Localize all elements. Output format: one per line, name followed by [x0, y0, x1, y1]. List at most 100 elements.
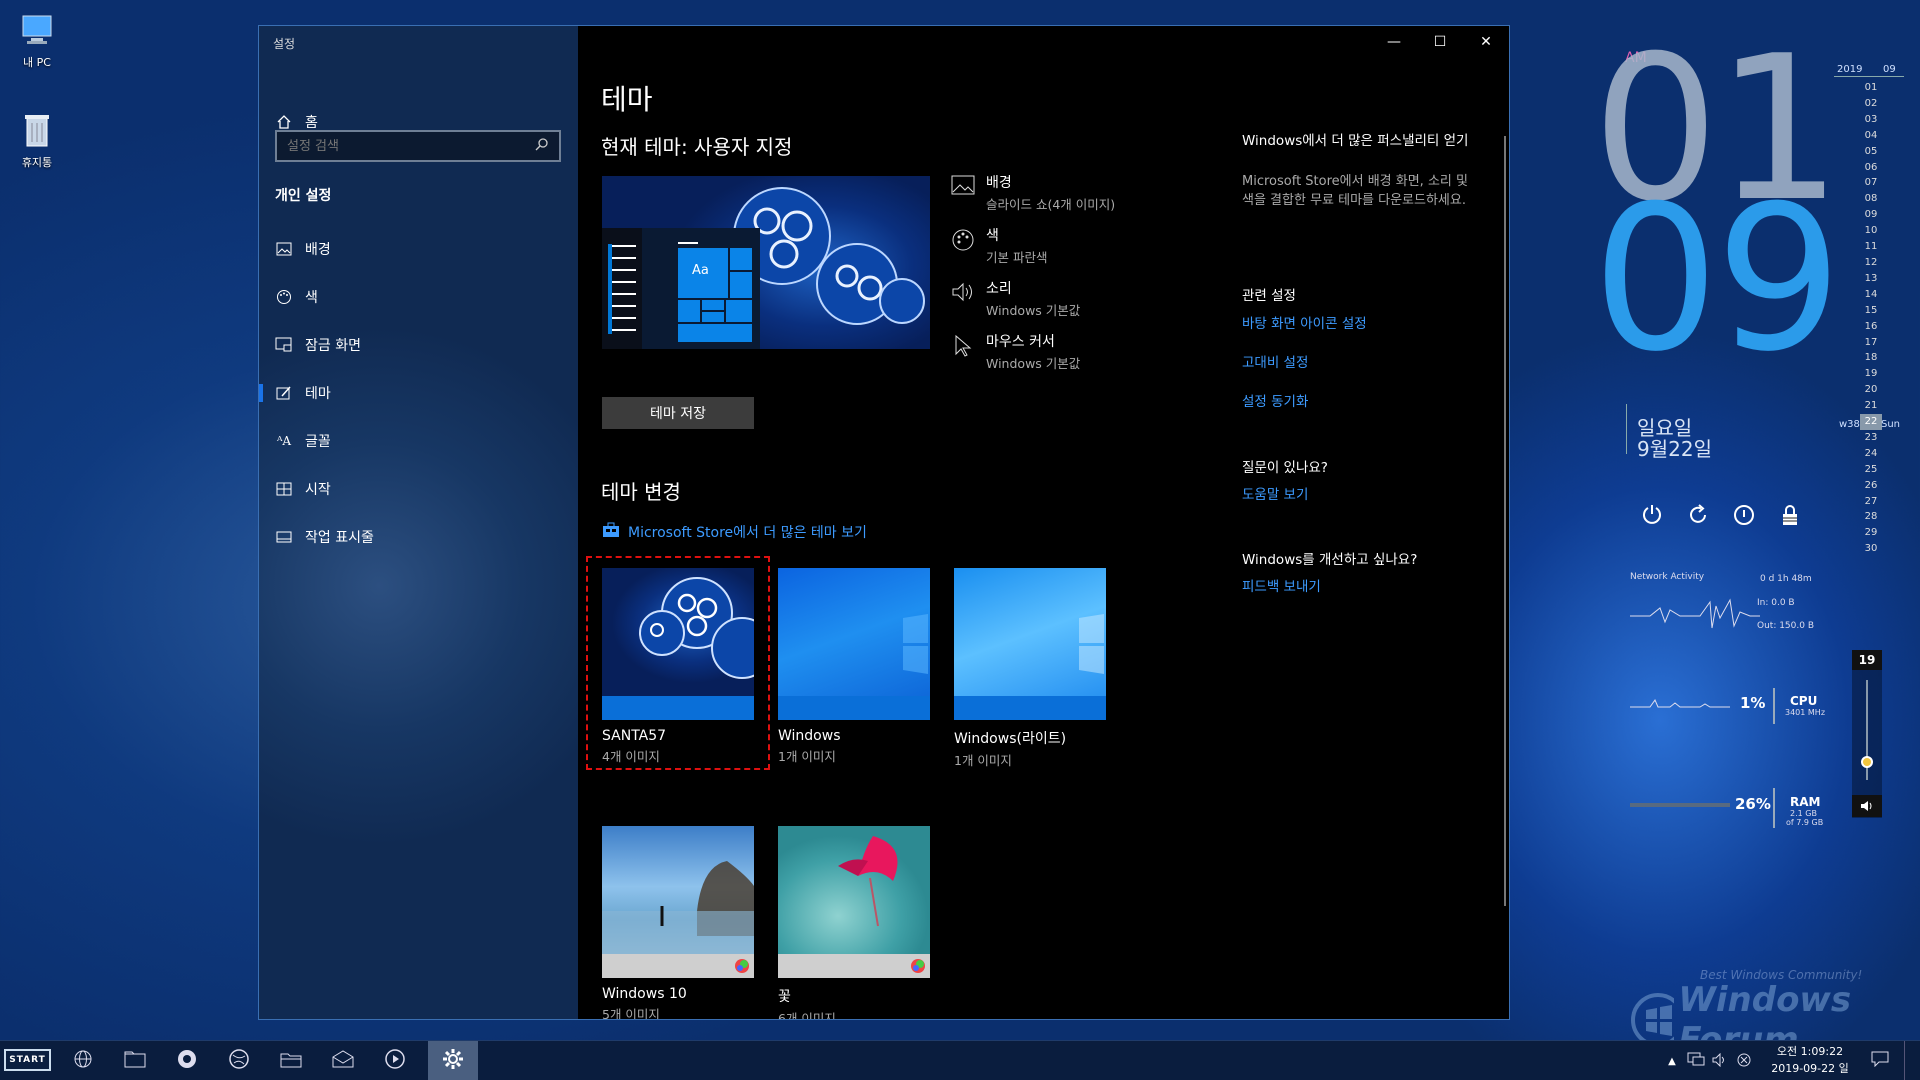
desktop-icon-this-pc[interactable]: 내 PC	[2, 10, 72, 70]
cpu-divider	[1773, 688, 1775, 724]
taskbar-settings[interactable]	[428, 1041, 478, 1080]
net-title: Network Activity	[1630, 572, 1705, 582]
calendar-day: 19	[1864, 368, 1878, 380]
chevron-up-icon: ▲	[1668, 1055, 1676, 1067]
sidebar-item-label: 테마	[305, 386, 331, 402]
theme-tile-windows-light[interactable]: Windows(라이트) 1개 이미지	[954, 568, 1106, 769]
sidebar-item-label: 배경	[305, 242, 331, 258]
maximize-button[interactable]: ☐	[1417, 26, 1463, 58]
sidebar-item-label: 잠금 화면	[305, 338, 361, 354]
sync-settings-link[interactable]: 설정 동기화	[1242, 390, 1482, 410]
settings-window: 설정 홈 개인 설정 배경 색 잠금 화면 테마 ᴬA 글꼴 시작 작업 표시줄…	[258, 25, 1510, 1020]
search-box[interactable]	[275, 130, 561, 162]
show-desktop-button[interactable]	[1904, 1041, 1920, 1080]
minimize-button[interactable]: —	[1371, 26, 1417, 58]
sidebar-item-taskbar[interactable]: 작업 표시줄	[259, 520, 578, 554]
tray-close[interactable]	[1732, 1041, 1756, 1080]
page-title: 테마	[601, 83, 653, 116]
taskbar-chrome[interactable]	[164, 1041, 210, 1080]
theme-thumbnail	[602, 826, 754, 978]
taskbar-clock[interactable]: 오전 1:09:22 2019-09-22 일	[1760, 1043, 1860, 1077]
close-button[interactable]: ✕	[1463, 26, 1509, 58]
feedback-link[interactable]: 피드백 보내기	[1242, 575, 1482, 595]
theme-thumbnail	[602, 568, 754, 720]
taskbar-explorer[interactable]	[112, 1041, 158, 1080]
theme-tile-windows-10[interactable]: Windows 10 5개 이미지	[602, 826, 754, 1020]
power-controls	[1640, 503, 1802, 531]
start-button[interactable]: START	[4, 1049, 51, 1071]
volume-widget: 19	[1852, 650, 1882, 818]
help-link[interactable]: 도움말 보기	[1242, 483, 1482, 503]
theme-tile-santa57[interactable]: SANTA57 4개 이미지	[586, 556, 770, 770]
theme-prop-cursor[interactable]: 마우스 커서 Windows 기본값	[948, 331, 1080, 372]
settings-sidebar: 설정 홈 개인 설정 배경 색 잠금 화면 테마 ᴬA 글꼴 시작 작업 표시줄	[259, 26, 578, 1019]
calendar-day: 02	[1864, 97, 1878, 109]
prop-value: Windows 기본값	[986, 356, 1081, 371]
calendar-week: w38	[1839, 419, 1860, 430]
search-icon[interactable]	[535, 137, 549, 155]
net-in: In: 0.0 B	[1757, 598, 1795, 608]
net-graph	[1630, 598, 1760, 629]
theme-tile-windows[interactable]: Windows 1개 이미지	[778, 568, 930, 765]
prop-value: 기본 파란색	[986, 250, 1048, 265]
taskbar-files[interactable]	[268, 1041, 314, 1080]
network-tray[interactable]	[1684, 1041, 1708, 1080]
volume-knob[interactable]	[1861, 756, 1873, 768]
desktop-icon-settings-link[interactable]: 바탕 화면 아이콘 설정	[1242, 312, 1482, 332]
theme-prop-background[interactable]: 배경 슬라이드 쇼(4개 이미지)	[948, 172, 1115, 213]
improve-title: Windows를 개선하고 싶나요?	[1242, 552, 1418, 568]
speaker-icon[interactable]	[1852, 795, 1882, 817]
store-link[interactable]: Microsoft Store에서 더 많은 테마 보기	[602, 522, 867, 542]
taskbar-time: 오전 1:09:22	[1776, 1045, 1844, 1058]
theme-prop-color[interactable]: 색 기본 파란색	[948, 225, 1047, 266]
save-theme-button[interactable]: 테마 저장	[602, 397, 754, 429]
tray-expand-button[interactable]: ▲	[1662, 1041, 1682, 1080]
theme-name: Windows 10	[602, 986, 687, 1002]
folder-open-icon	[280, 1050, 302, 1072]
desktop-icon-label: 휴지통	[21, 156, 53, 169]
sidebar-item-fonts[interactable]: ᴬA 글꼴	[259, 424, 578, 458]
globe-icon	[73, 1049, 93, 1073]
clock-minute: 09	[1592, 163, 1842, 396]
calendar-day: 13	[1864, 272, 1878, 284]
taskbar-browser[interactable]	[216, 1041, 262, 1080]
high-contrast-link[interactable]: 고대비 설정	[1242, 351, 1482, 371]
sidebar-item-themes[interactable]: 테마	[259, 376, 578, 410]
sidebar-item-color[interactable]: 색	[259, 280, 578, 314]
sidebar-item-label: 시작	[305, 482, 331, 498]
sidebar-item-background[interactable]: 배경	[259, 232, 578, 266]
theme-prop-sound[interactable]: 소리 Windows 기본값	[948, 278, 1080, 319]
prop-value: 슬라이드 쇼(4개 이미지)	[986, 197, 1116, 212]
network-icon	[1687, 1051, 1705, 1071]
cpu-graph	[1630, 698, 1730, 708]
taskbar-globe-app[interactable]	[60, 1041, 106, 1080]
home-icon	[273, 114, 295, 130]
sidebar-item-lock-screen[interactable]: 잠금 화면	[259, 328, 578, 362]
calendar-day: 12	[1864, 256, 1878, 268]
calendar-day: 05	[1864, 145, 1878, 157]
theme-tile-flowers[interactable]: 꽃 6개 이미지	[778, 826, 930, 1019]
theme-image-count: 5개 이미지	[602, 1007, 660, 1020]
sidebar-group-label: 개인 설정	[275, 188, 332, 204]
taskbar-mail[interactable]	[320, 1041, 366, 1080]
power-icon[interactable]	[1640, 503, 1664, 531]
maximize-icon: ☐	[1433, 34, 1447, 50]
action-center-button[interactable]	[1862, 1041, 1898, 1080]
shutdown-info-icon[interactable]	[1732, 503, 1756, 531]
window-title: 설정	[273, 37, 296, 51]
sidebar-item-start[interactable]: 시작	[259, 472, 578, 506]
calendar-day: 25	[1864, 463, 1878, 475]
lock-icon[interactable]	[1778, 503, 1802, 531]
taskbar-media[interactable]	[372, 1041, 418, 1080]
clock-date: 9월22일	[1637, 437, 1712, 461]
sidebar-item-label: 홈	[305, 115, 318, 131]
calendar-month: 09	[1883, 64, 1896, 75]
volume-tray[interactable]	[1708, 1041, 1732, 1080]
desktop-icon-recycle-bin[interactable]: 휴지통	[2, 110, 72, 170]
restart-icon[interactable]	[1686, 503, 1710, 531]
chrome-icon	[176, 1048, 198, 1074]
search-input[interactable]	[287, 138, 535, 154]
scrollbar[interactable]	[1504, 136, 1506, 906]
settings-main: — ☐ ✕ 테마 현재 테마: 사용자 지정 Aa 배경 슬라이드 쇼(4개 이미…	[578, 26, 1509, 1019]
theme-preview-art	[602, 187, 925, 349]
